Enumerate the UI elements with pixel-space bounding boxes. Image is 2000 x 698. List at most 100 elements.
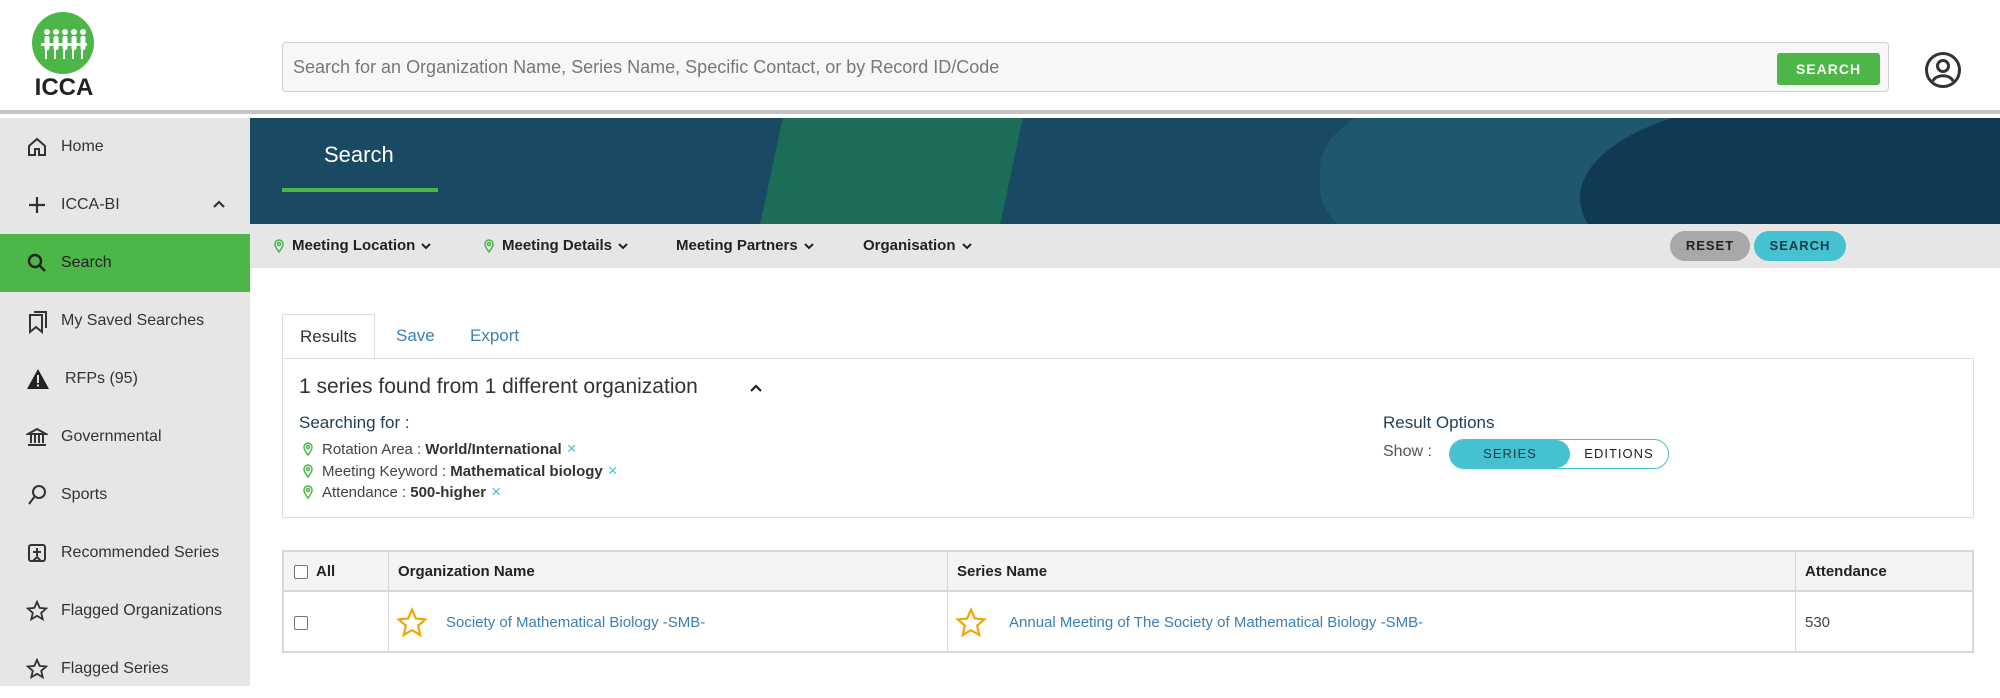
star-icon: [25, 599, 49, 622]
criterion-rotation-area: Rotation Area : World/International ×: [303, 439, 577, 459]
tab-save[interactable]: Save: [379, 314, 452, 359]
sidebar-item-label: Search: [61, 254, 112, 271]
organization-cell: Society of Mathematical Biology -SMB-: [396, 594, 705, 651]
result-options-heading: Result Options: [1383, 413, 1495, 432]
chevron-down-icon: [803, 242, 814, 249]
criterion-value: Mathematical biology: [450, 462, 603, 480]
icca-logo[interactable]: ICCA: [28, 12, 100, 101]
global-search-button[interactable]: SEARCH: [1777, 53, 1880, 85]
banner-decoration: [752, 118, 1028, 224]
plus-icon: [26, 194, 48, 216]
banner-decoration: [1580, 118, 2000, 224]
filter-meeting-location[interactable]: Meeting Location: [274, 237, 432, 254]
bank-icon: [24, 426, 50, 448]
logo-text: ICCA: [34, 74, 94, 101]
sidebar-item-label: Sports: [61, 486, 108, 503]
row-checkbox[interactable]: [294, 615, 308, 630]
column-divider: [1795, 552, 1796, 651]
criterion-label: Attendance :: [322, 483, 407, 501]
sidebar-item-home[interactable]: Home: [0, 118, 250, 176]
row-select-cell: [294, 594, 308, 651]
title-underline: [282, 188, 438, 192]
filter-label: Meeting Location: [292, 237, 416, 254]
toggle-editions[interactable]: EDITIONS: [1570, 440, 1668, 468]
filter-label: Meeting Partners: [676, 237, 798, 254]
series-cell: Annual Meeting of The Society of Mathema…: [955, 594, 1423, 651]
sidebar-item-saved-searches[interactable]: My Saved Searches: [0, 292, 250, 350]
column-divider: [947, 552, 948, 651]
header-organization-name[interactable]: Organization Name: [388, 552, 535, 592]
criterion-label: Rotation Area :: [322, 440, 422, 458]
map-pin-icon: [303, 464, 313, 478]
chevron-up-icon[interactable]: [749, 381, 763, 395]
attendance-cell: 530: [1805, 614, 1831, 631]
filter-search-button[interactable]: SEARCH: [1754, 231, 1846, 261]
sidebar-item-label: RFPs (95): [65, 370, 138, 387]
header-attendance[interactable]: Attendance: [1795, 552, 1887, 592]
chevron-up-icon[interactable]: [210, 195, 228, 213]
tab-export[interactable]: Export: [453, 314, 536, 359]
map-pin-icon: [484, 238, 494, 253]
sidebar-item-label: ICCA-BI: [61, 196, 120, 213]
bookmarks-icon: [26, 310, 48, 335]
sidebar-item-governmental[interactable]: Governmental: [0, 408, 250, 466]
header-all: All: [284, 552, 335, 592]
sidebar-item-recommended-series[interactable]: Recommended Series: [0, 524, 250, 582]
criterion-value: World/International: [425, 440, 562, 458]
page-title: Search: [324, 142, 394, 167]
filter-bar: Meeting Location Meeting Details Meeting…: [250, 224, 2000, 268]
criterion-label: Meeting Keyword :: [322, 462, 447, 480]
remove-criterion-icon[interactable]: ×: [491, 482, 501, 502]
series-editions-toggle[interactable]: SERIES EDITIONS: [1449, 439, 1669, 469]
remove-criterion-icon[interactable]: ×: [567, 439, 577, 459]
star-icon: [25, 657, 49, 680]
chevron-down-icon: [961, 242, 972, 249]
user-circle-icon[interactable]: [1924, 51, 1962, 89]
filter-meeting-partners[interactable]: Meeting Partners: [676, 237, 815, 254]
sidebar-item-rfps[interactable]: RFPs (95): [0, 350, 250, 408]
criterion-value: 500-higher: [410, 483, 487, 501]
sidebar: Home ICCA-BI Search My Saved Searches RF…: [0, 118, 250, 686]
tab-results[interactable]: Results: [282, 314, 375, 359]
sidebar-item-label: Flagged Organizations: [61, 602, 222, 619]
header-series-name[interactable]: Series Name: [947, 552, 1047, 592]
results-table: All Organization Name Series Name Attend…: [282, 550, 1974, 653]
organization-link[interactable]: Society of Mathematical Biology -SMB-: [446, 614, 705, 631]
chevron-down-icon: [618, 242, 628, 249]
filter-label: Organisation: [863, 237, 956, 254]
warning-icon: [26, 368, 49, 390]
map-pin-icon: [274, 238, 284, 253]
sidebar-item-label: Flagged Series: [61, 660, 169, 677]
criterion-meeting-keyword: Meeting Keyword : Mathematical biology ×: [303, 461, 618, 481]
flag-star-icon[interactable]: [396, 606, 428, 639]
toggle-series[interactable]: SERIES: [1450, 440, 1570, 468]
show-label: Show :: [1383, 443, 1432, 460]
sidebar-item-flagged-series[interactable]: Flagged Series: [0, 640, 250, 698]
sidebar-item-search[interactable]: Search: [0, 234, 250, 292]
reset-button[interactable]: RESET: [1670, 231, 1750, 261]
table-header-row: All Organization Name Series Name Attend…: [284, 552, 1972, 592]
search-summary-panel: 1 series found from 1 different organiza…: [282, 358, 1974, 518]
sidebar-item-sports[interactable]: Sports: [0, 466, 250, 524]
logo-emblem: [32, 12, 94, 74]
sidebar-item-label: Governmental: [61, 428, 162, 445]
select-all-checkbox[interactable]: [294, 565, 308, 579]
sidebar-item-label: My Saved Searches: [61, 312, 205, 329]
remove-criterion-icon[interactable]: ×: [608, 461, 618, 481]
page-banner: Search: [250, 118, 2000, 224]
chevron-down-icon: [421, 242, 432, 249]
flag-star-icon[interactable]: [955, 606, 987, 639]
map-pin-icon: [303, 485, 313, 499]
sidebar-item-flagged-organizations[interactable]: Flagged Organizations: [0, 582, 250, 640]
sidebar-item-icca-bi[interactable]: ICCA-BI: [0, 176, 250, 234]
column-divider: [388, 552, 389, 651]
home-icon: [26, 136, 48, 158]
results-count: 1 series found from 1 different organiza…: [299, 375, 698, 398]
filter-organisation[interactable]: Organisation: [863, 237, 973, 254]
global-search-input[interactable]: [293, 43, 1693, 91]
sidebar-item-label: Home: [61, 138, 104, 155]
series-link[interactable]: Annual Meeting of The Society of Mathema…: [1009, 614, 1423, 631]
recommended-icon: [26, 542, 48, 564]
filter-meeting-details[interactable]: Meeting Details: [484, 237, 629, 254]
search-icon: [26, 252, 48, 274]
